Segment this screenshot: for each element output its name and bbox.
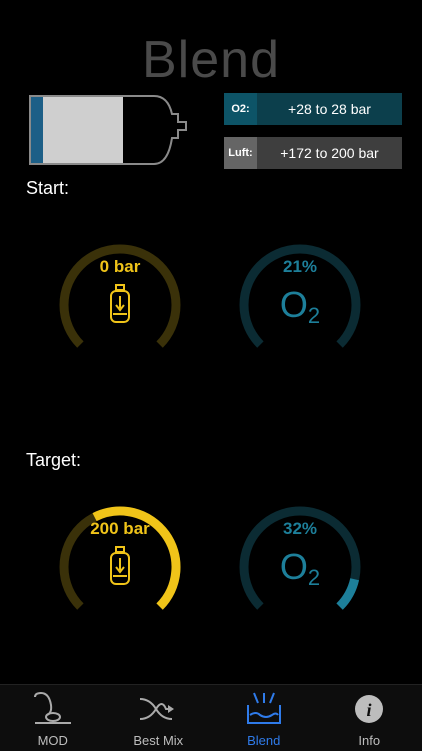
- o2-fill-label: O2:: [224, 93, 257, 125]
- tab-info[interactable]: i Info: [317, 685, 422, 751]
- o2-fill-row: O2: +28 to 28 bar: [224, 93, 402, 125]
- target-heading: Target:: [26, 450, 81, 471]
- target-pressure-gauge[interactable]: 200 bar: [55, 502, 185, 632]
- start-pressure-gauge[interactable]: 0 bar: [55, 240, 185, 370]
- info-icon: i: [347, 691, 391, 727]
- target-pressure-value: 200 bar: [55, 519, 185, 539]
- blend-icon: [242, 691, 286, 727]
- start-o2-gauge[interactable]: 21% O2: [235, 240, 365, 370]
- tab-mod[interactable]: MOD: [0, 685, 106, 751]
- target-o2-gauge[interactable]: 32% O2: [235, 502, 365, 632]
- o2-symbol: O2: [235, 546, 365, 591]
- target-o2-value: 32%: [235, 519, 365, 539]
- air-fill-row: Luft: +172 to 200 bar: [224, 137, 402, 169]
- o2-fill-value: +28 to 28 bar: [257, 93, 402, 125]
- tab-best-mix[interactable]: Best Mix: [106, 685, 212, 751]
- tab-best-mix-label: Best Mix: [106, 733, 212, 748]
- cylinder-icon: [108, 546, 132, 586]
- tab-bar: MOD Best Mix Blend i Info: [0, 684, 422, 751]
- svg-text:i: i: [367, 700, 372, 720]
- start-o2-value: 21%: [235, 257, 365, 277]
- page-title: Blend: [0, 30, 422, 90]
- o2-symbol: O2: [235, 284, 365, 329]
- start-heading: Start:: [26, 178, 69, 199]
- tab-blend[interactable]: Blend: [211, 685, 317, 751]
- tank-fill-graphic: [28, 94, 196, 166]
- best-mix-icon: [136, 691, 180, 727]
- air-fill-value: +172 to 200 bar: [257, 137, 402, 169]
- mod-icon: [31, 691, 75, 727]
- tab-info-label: Info: [317, 733, 422, 748]
- air-fill-label: Luft:: [224, 137, 257, 169]
- tab-mod-label: MOD: [0, 733, 106, 748]
- start-pressure-value: 0 bar: [55, 257, 185, 277]
- tab-blend-label: Blend: [211, 733, 317, 748]
- cylinder-icon: [108, 284, 132, 324]
